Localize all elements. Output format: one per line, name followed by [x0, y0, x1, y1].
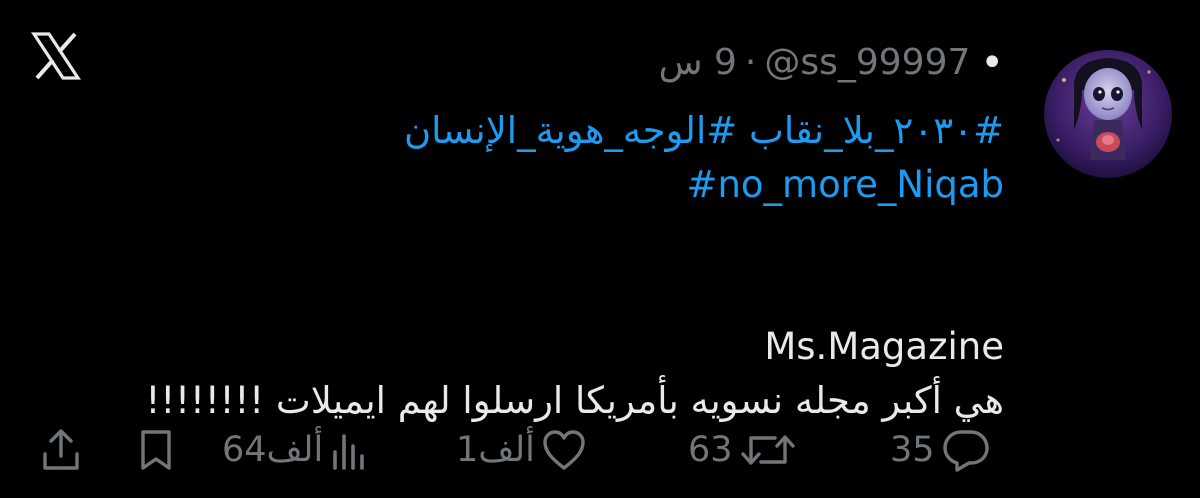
header-separator: ·	[744, 42, 757, 83]
retweet-button[interactable]: 63	[688, 420, 797, 480]
user-handle[interactable]: @ss_99997	[764, 40, 970, 86]
retweet-count: 63	[688, 430, 733, 470]
bookmark-button[interactable]	[138, 420, 174, 480]
hashtag-no-more-niqab[interactable]: #no_more_Niqab	[44, 158, 1004, 212]
magazine-name: Ms.Magazine	[764, 325, 1004, 368]
views-icon	[333, 434, 364, 470]
share-button[interactable]	[40, 420, 82, 480]
reply-icon	[942, 430, 989, 472]
like-count: 1ألف	[456, 430, 535, 470]
tweet-header: • @ss_99997 · 9 س	[659, 40, 1004, 86]
views-button[interactable]: 64ألف	[222, 420, 369, 480]
bookmark-icon	[141, 430, 171, 470]
tweet-time[interactable]: 9 س	[659, 40, 737, 86]
share-icon	[43, 429, 79, 470]
avatar[interactable]	[1044, 50, 1172, 178]
retweet-icon	[740, 435, 795, 465]
reply-button[interactable]: 35	[890, 420, 991, 480]
action-bar: 64ألف 1ألف 63 35	[0, 420, 1200, 480]
hashtags-line-1[interactable]: #٢٠٣٠_بلا_نقاب #الوجه_هوية_الإنسان	[44, 104, 1004, 158]
heart-icon	[543, 430, 585, 470]
header-dot: •	[980, 40, 1004, 86]
x-logo-icon[interactable]	[30, 30, 82, 82]
reply-count: 35	[890, 430, 935, 470]
like-button[interactable]: 1ألف	[456, 420, 587, 480]
tweet-body: #٢٠٣٠_بلا_نقاب #الوجه_هوية_الإنسان #no_m…	[44, 104, 1004, 428]
views-count: 64ألف	[222, 430, 324, 470]
avatar-image	[1044, 50, 1172, 178]
